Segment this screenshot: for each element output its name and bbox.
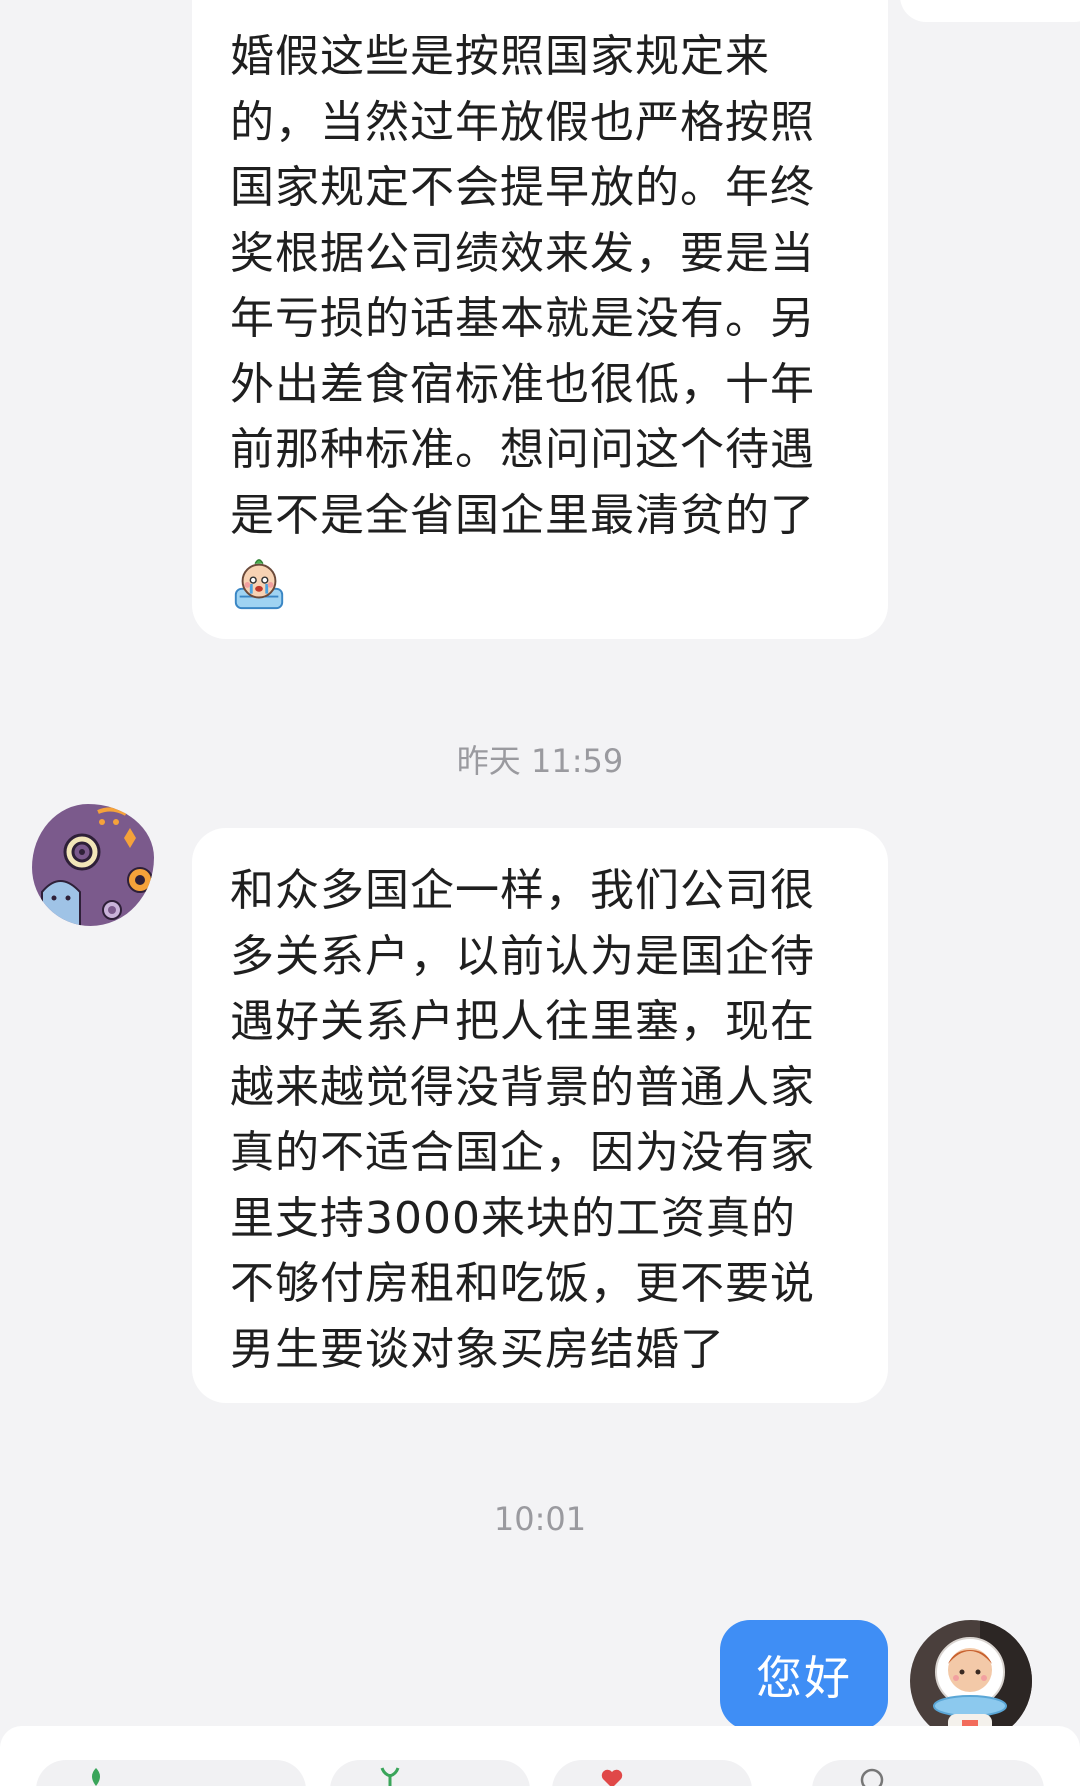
astronaut-figure-avatar xyxy=(910,1620,1032,1742)
quick-reply-bar xyxy=(0,1726,1080,1786)
quick-reply-chip-1[interactable] xyxy=(36,1760,306,1786)
received-message-bubble-1[interactable]: 婚假这些是按照国家规定来 的，当然过年放假也严格按照 国家规定不会提早放的。年终… xyxy=(192,0,888,639)
message-text-1: 婚假这些是按照国家规定来 的，当然过年放假也严格按照 国家规定不会提早放的。年终… xyxy=(230,31,815,541)
contact-avatar[interactable] xyxy=(32,804,154,926)
message-text-2: 和众多国企一样，我们公司很 多关系户，以前认为是国企待 遇好关系户把人往里塞，现… xyxy=(230,865,815,1375)
circle-icon xyxy=(860,1768,884,1786)
received-message-bubble-2[interactable]: 和众多国企一样，我们公司很 多关系户，以前认为是国企待 遇好关系户把人往里塞，现… xyxy=(192,828,888,1403)
sent-message-text: 您好 xyxy=(756,1651,852,1705)
crying-cartoon-emoji-icon xyxy=(230,550,850,612)
top-bubble-fragment xyxy=(900,0,1080,22)
quick-reply-chip-3[interactable] xyxy=(552,1760,752,1786)
heart-icon xyxy=(601,1769,623,1786)
quick-reply-chip-2[interactable] xyxy=(330,1760,530,1786)
sprout-icon xyxy=(380,1767,400,1786)
sent-message-bubble[interactable]: 您好 xyxy=(720,1620,888,1730)
user-avatar[interactable] xyxy=(910,1620,1032,1742)
timestamp-today: 10:01 xyxy=(493,1500,587,1538)
timestamp-yesterday: 昨天 11:59 xyxy=(456,742,624,780)
purple-pattern-avatar xyxy=(32,804,154,926)
quick-reply-chip-4[interactable] xyxy=(812,1760,1044,1786)
leaf-icon xyxy=(92,1768,100,1786)
